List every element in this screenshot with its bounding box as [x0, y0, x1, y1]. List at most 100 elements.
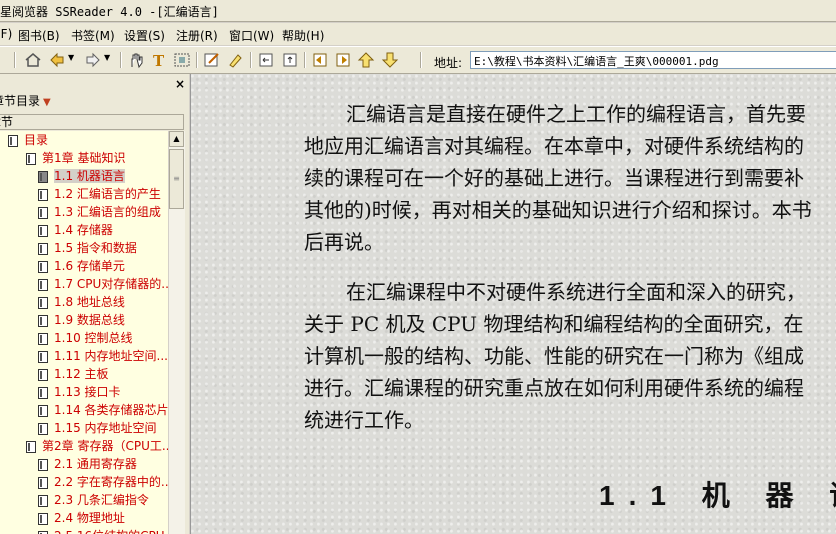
toc-item-label: 第1章 基础知识 [42, 151, 126, 165]
text-icon[interactable]: T [150, 51, 168, 70]
menu-file[interactable]: (F) [0, 27, 12, 41]
back-icon[interactable] [48, 51, 66, 69]
book-icon [38, 422, 48, 435]
toc-item[interactable]: 1.15 内存地址空间 [38, 419, 157, 437]
book-icon [38, 476, 48, 489]
fit-width-icon[interactable] [257, 51, 275, 69]
down-icon[interactable] [381, 51, 399, 69]
book-icon [38, 206, 48, 219]
toc-item-label: 1.6 存储单元 [54, 259, 125, 273]
menu-book[interactable]: 图书(B) [18, 27, 60, 44]
toc-item-label: 1.4 存储器 [54, 223, 113, 237]
book-icon [38, 260, 48, 273]
forward-icon[interactable] [84, 51, 102, 69]
toc-item[interactable]: 1.14 各类存储器芯片 [38, 401, 168, 419]
toc-item-label: 1.3 汇编语言的组成 [54, 205, 161, 219]
toolbar: ▼ ▼ T 地址: E:\教程\书本资料\汇编语言_王爽\000001.pdg [0, 46, 836, 74]
window-title: 超星阅览器 SSReader 4.0 -[汇编语言] [0, 5, 219, 19]
toc-item-label: 1.10 控制总线 [54, 331, 133, 345]
toc-item-label: 1.11 内存地址空间... [54, 349, 168, 363]
first-page-icon[interactable] [311, 51, 329, 69]
toc-item[interactable]: 1.11 内存地址空间... [38, 347, 168, 365]
toc-item-label: 1.9 数据总线 [54, 313, 125, 327]
close-icon[interactable]: × [175, 77, 185, 91]
book-icon [38, 350, 48, 363]
address-input[interactable]: E:\教程\书本资料\汇编语言_王爽\000001.pdg [470, 51, 836, 69]
toc-item[interactable]: 2.2 字在寄存器中的... [38, 473, 168, 491]
toc-item-label: 1.1 机器语言 [54, 169, 125, 183]
book-icon [38, 296, 48, 309]
toc-item-label: 1.15 内存地址空间 [54, 421, 157, 435]
toc-item[interactable]: 1.3 汇编语言的组成 [38, 203, 161, 221]
toc-item-label: 1.13 接口卡 [54, 385, 121, 399]
document-view[interactable]: 汇编语言是直接在硬件之上工作的编程语言，首先要地应用汇编语言对其编程。在本章中，… [190, 74, 836, 534]
toc-item[interactable]: 2.3 几条汇编指令 [38, 491, 149, 509]
document-text-line: 地应用汇编语言对其编程。在本章中，对硬件系统结构的 [304, 134, 804, 158]
toc-item[interactable]: 1.5 指令和数据 [38, 239, 137, 257]
book-icon [38, 242, 48, 255]
toc-item[interactable]: 目录 [8, 131, 48, 149]
home-icon[interactable] [24, 51, 42, 69]
toc-item[interactable]: 1.6 存储单元 [38, 257, 125, 275]
document-text-line: 统进行工作。 [304, 408, 424, 432]
toc-item-label: 1.8 地址总线 [54, 295, 125, 309]
toc-item[interactable]: 1.7 CPU对存储器的... [38, 275, 168, 293]
toc-item[interactable]: 1.1 机器语言 [38, 167, 125, 185]
document-text-line: 在汇编课程中不对硬件系统进行全面和深入的研究， [346, 280, 806, 304]
scroll-thumb[interactable]: ≡ [169, 149, 184, 209]
book-icon [38, 332, 48, 345]
document-text-line: 计算机一般的结构、功能、性能的研究在一门称为《组成 [304, 344, 804, 368]
toolbar-separator [420, 52, 422, 68]
toc-item-label: 1.7 CPU对存储器的... [54, 277, 168, 291]
toolbar-separator [14, 52, 16, 68]
book-icon [38, 386, 48, 399]
menu-bookmark[interactable]: 书签(M) [71, 27, 115, 44]
svg-text:T: T [153, 52, 165, 69]
fit-page-icon[interactable] [281, 51, 299, 69]
highlight-icon[interactable] [226, 51, 244, 69]
select-icon[interactable] [173, 51, 191, 69]
toc-item[interactable]: 第1章 基础知识 [26, 149, 125, 167]
prev-page-icon[interactable] [334, 51, 352, 69]
document-text-line: 汇编语言是直接在硬件之上工作的编程语言，首先要 [346, 102, 806, 126]
toc-item[interactable]: 1.2 汇编语言的产生 [38, 185, 161, 203]
toolbar-separator [196, 52, 198, 68]
toc-item[interactable]: 2.4 物理地址 [38, 509, 125, 527]
section-heading: 1.1 机 器 语 言 [599, 480, 836, 511]
book-icon [38, 494, 48, 507]
toc-item[interactable]: 1.12 主板 [38, 365, 109, 383]
book-icon [38, 170, 48, 183]
book-icon [38, 224, 48, 237]
menu-register[interactable]: 注册(R) [176, 27, 218, 44]
scroll-up-icon[interactable]: ▲ [169, 131, 184, 147]
back-dropdown-icon[interactable]: ▼ [68, 53, 74, 62]
forward-dropdown-icon[interactable]: ▼ [104, 53, 110, 62]
toc-item-label: 2.3 几条汇编指令 [54, 493, 149, 507]
hand-icon[interactable] [127, 51, 145, 69]
book-icon [38, 404, 48, 417]
up-icon[interactable] [357, 51, 375, 69]
address-label: 地址: [434, 56, 463, 70]
toc-item[interactable]: 2.1 通用寄存器 [38, 455, 137, 473]
panel-title-dropdown[interactable]: 章节目录▼ [0, 92, 51, 109]
toc-item[interactable]: 1.10 控制总线 [38, 329, 133, 347]
annotate-icon[interactable] [203, 51, 221, 69]
toc-item[interactable]: 2.5 16位结构的CPU [38, 527, 165, 534]
toc-item[interactable]: 1.13 接口卡 [38, 383, 121, 401]
toc-item-label: 目录 [24, 133, 49, 147]
toc-item[interactable]: 1.4 存储器 [38, 221, 113, 239]
menu-window[interactable]: 窗口(W) [229, 27, 274, 44]
toc-item[interactable]: 第2章 寄存器（CPU工... [26, 437, 168, 455]
menu-help[interactable]: 帮助(H) [282, 27, 324, 44]
book-icon [38, 188, 48, 201]
toc-item-label: 1.14 各类存储器芯片 [54, 403, 168, 417]
book-icon [38, 530, 48, 534]
title-bar: 超星阅览器 SSReader 4.0 -[汇编语言] [0, 0, 836, 22]
toc-item[interactable]: 1.8 地址总线 [38, 293, 125, 311]
toc-item[interactable]: 1.9 数据总线 [38, 311, 125, 329]
chevron-down-icon: ▼ [43, 97, 51, 108]
column-header-label: 章节 [0, 115, 14, 129]
vertical-scrollbar[interactable]: ▲ ≡ [168, 131, 185, 534]
column-header[interactable]: 章节 [0, 114, 184, 130]
menu-settings[interactable]: 设置(S) [124, 27, 165, 44]
